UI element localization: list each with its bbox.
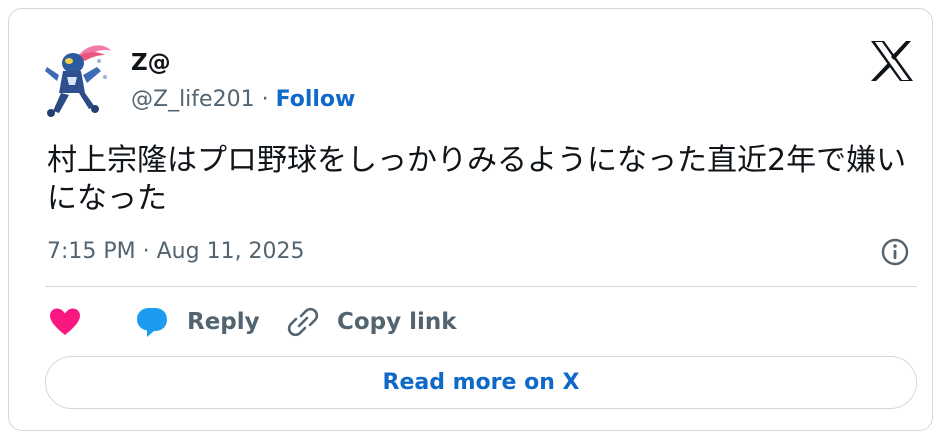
tweet-text: 村上宗隆はプロ野球をしっかりみるようになった直近2年で嫌いになった bbox=[47, 143, 907, 216]
heart-icon[interactable] bbox=[49, 307, 81, 337]
author-handle-row: @Z_life201 · Follow bbox=[131, 86, 355, 114]
reply-label: Reply bbox=[187, 309, 260, 335]
avatar[interactable] bbox=[41, 37, 115, 119]
action-bar: Reply Copy link bbox=[49, 304, 749, 340]
tweet-card: Z@ @Z_life201 · Follow 村上宗隆はプロ野球をしっかりみるよ… bbox=[8, 8, 933, 431]
tweet-timestamp[interactable]: 7:15 PM · Aug 11, 2025 bbox=[47, 238, 305, 266]
follow-button[interactable]: Follow bbox=[276, 87, 356, 112]
link-icon bbox=[287, 307, 319, 337]
copy-link-button[interactable]: Copy link bbox=[287, 304, 457, 340]
author-handle[interactable]: @Z_life201 bbox=[131, 87, 255, 112]
handle-separator: · bbox=[261, 87, 269, 112]
author-display-name[interactable]: Z@ bbox=[131, 49, 171, 77]
reply-button[interactable]: Reply bbox=[135, 304, 260, 340]
x-logo-icon[interactable] bbox=[869, 39, 915, 83]
speech-bubble-icon bbox=[137, 308, 167, 337]
read-more-button[interactable]: Read more on X bbox=[45, 356, 917, 409]
copy-link-label: Copy link bbox=[337, 309, 457, 335]
divider bbox=[45, 286, 917, 287]
info-icon[interactable] bbox=[880, 237, 910, 267]
